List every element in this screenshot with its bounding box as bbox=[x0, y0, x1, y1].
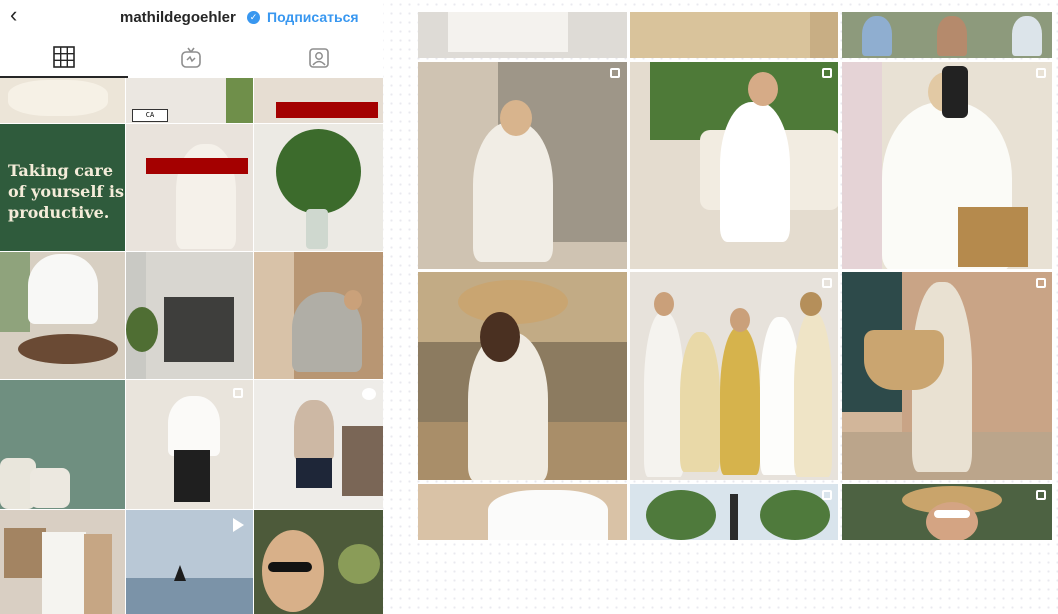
post-thumbnail[interactable] bbox=[254, 380, 383, 509]
quote-text: Taking care of yourself is productive. bbox=[0, 124, 125, 251]
collage-photo[interactable] bbox=[418, 62, 627, 269]
post-thumbnail[interactable] bbox=[0, 510, 125, 614]
collage-photo[interactable] bbox=[418, 12, 627, 58]
post-thumbnail[interactable] bbox=[0, 78, 125, 123]
multi-post-icon bbox=[233, 388, 243, 398]
multi-post-icon bbox=[822, 490, 832, 500]
post-thumbnail[interactable] bbox=[126, 380, 253, 509]
post-thumbnail[interactable] bbox=[254, 78, 383, 123]
instagram-profile-screen: ‹ mathildegoehler ✓ Подписаться CA Takin… bbox=[0, 0, 383, 614]
follow-button[interactable]: Подписаться bbox=[267, 9, 359, 25]
post-thumbnail[interactable] bbox=[254, 510, 383, 614]
collage-photo[interactable] bbox=[842, 62, 1052, 269]
collage-photo[interactable] bbox=[418, 484, 627, 540]
photo-collage bbox=[418, 12, 1052, 540]
collage-photo[interactable] bbox=[630, 12, 838, 58]
collage-photo[interactable] bbox=[418, 272, 627, 480]
multi-post-icon bbox=[1036, 68, 1046, 78]
collage-photo[interactable] bbox=[630, 272, 838, 480]
post-thumbnail[interactable]: CA 235·456 bbox=[126, 78, 253, 123]
tab-posts-grid[interactable] bbox=[0, 38, 128, 78]
video-play-icon bbox=[233, 518, 244, 532]
igtv-icon bbox=[181, 47, 201, 68]
post-quote[interactable]: Taking care of yourself is productive. bbox=[0, 124, 125, 251]
post-thumbnail[interactable] bbox=[126, 124, 253, 251]
post-thumbnail[interactable] bbox=[126, 252, 253, 379]
car-plate: CA 235·456 bbox=[132, 109, 168, 123]
post-thumbnail[interactable] bbox=[0, 380, 125, 509]
back-chevron-icon[interactable]: ‹ bbox=[10, 4, 17, 26]
post-thumbnail[interactable] bbox=[0, 252, 125, 379]
tab-tagged[interactable] bbox=[255, 38, 383, 78]
tab-igtv[interactable] bbox=[127, 38, 255, 78]
profile-username: mathildegoehler bbox=[120, 9, 236, 26]
collage-photo[interactable] bbox=[630, 484, 838, 540]
multi-post-icon bbox=[822, 68, 832, 78]
collage-photo[interactable] bbox=[842, 484, 1052, 540]
collage-photo[interactable] bbox=[842, 272, 1052, 480]
multi-post-icon bbox=[610, 68, 620, 78]
profile-header: ‹ mathildegoehler ✓ Подписаться bbox=[0, 0, 383, 38]
post-thumbnail[interactable] bbox=[254, 124, 383, 251]
multi-post-icon bbox=[1036, 490, 1046, 500]
post-thumbnail[interactable] bbox=[254, 252, 383, 379]
tagged-user-icon bbox=[309, 48, 329, 68]
censor-bar bbox=[146, 158, 248, 174]
multi-post-icon bbox=[822, 278, 832, 288]
collage-photo[interactable] bbox=[630, 62, 838, 269]
censor-bar bbox=[276, 102, 378, 118]
grid-icon bbox=[53, 46, 75, 68]
profile-tabs bbox=[0, 38, 383, 78]
collage-photo[interactable] bbox=[842, 12, 1052, 58]
multi-post-icon bbox=[1036, 278, 1046, 288]
verified-badge-icon: ✓ bbox=[247, 11, 260, 24]
post-thumbnail[interactable] bbox=[126, 510, 253, 614]
igtv-badge-icon bbox=[362, 388, 376, 400]
